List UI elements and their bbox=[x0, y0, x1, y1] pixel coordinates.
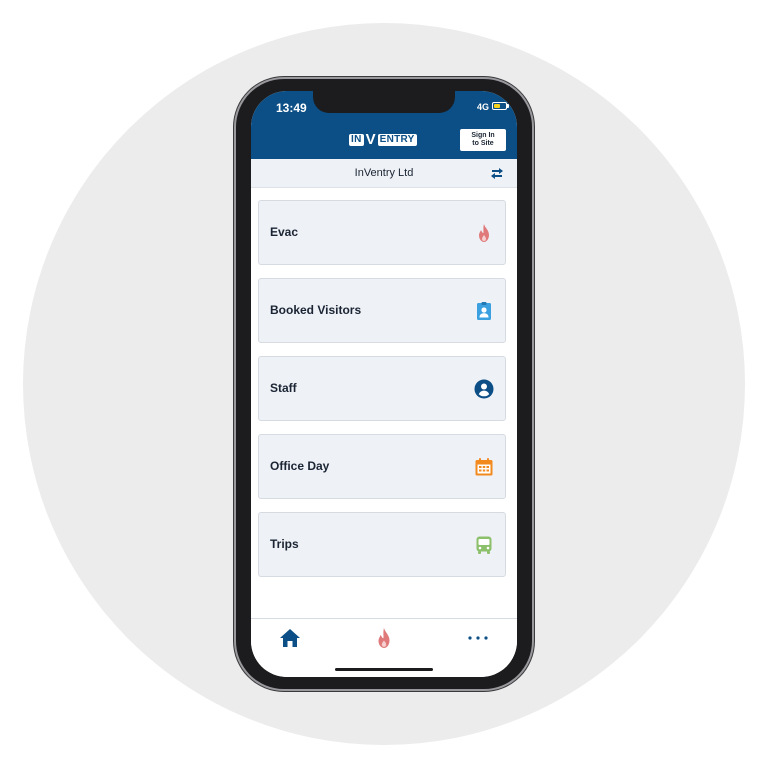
notch bbox=[313, 91, 455, 113]
flame-icon[interactable] bbox=[373, 627, 395, 649]
menu-item-booked-visitors[interactable]: Booked Visitors bbox=[258, 278, 506, 343]
status-time: 13:49 bbox=[276, 101, 307, 115]
status-network: 4G bbox=[476, 102, 489, 112]
menu-item-label: Evac bbox=[270, 225, 299, 239]
menu-item-label: Trips bbox=[270, 537, 299, 551]
home-icon[interactable] bbox=[279, 627, 301, 649]
swap-arrows-icon[interactable] bbox=[489, 167, 505, 180]
more-icon[interactable] bbox=[467, 627, 489, 649]
menu-item-label: Staff bbox=[270, 381, 297, 395]
menu-item-office-day[interactable]: Office Day bbox=[258, 434, 506, 499]
stage: 13:49 4G IN V ENTRY Sign In to Site InVe… bbox=[0, 0, 768, 768]
battery-icon bbox=[492, 102, 507, 110]
menu-item-trips[interactable]: Trips bbox=[258, 512, 506, 577]
menu-item-staff[interactable]: Staff bbox=[258, 356, 506, 421]
calendar-icon bbox=[475, 458, 493, 476]
phone-frame: 13:49 4G IN V ENTRY Sign In to Site InVe… bbox=[236, 79, 532, 689]
menu-item-label: Office Day bbox=[270, 459, 330, 473]
sign-in-line2: to Site bbox=[472, 140, 494, 147]
battery-level bbox=[494, 104, 500, 108]
company-name: InVentry Ltd bbox=[354, 167, 414, 179]
home-indicator bbox=[335, 668, 433, 671]
phone-screen: 13:49 4G IN V ENTRY Sign In to Site InVe… bbox=[251, 91, 517, 677]
person-circle-icon bbox=[474, 379, 494, 399]
battery-tip bbox=[507, 104, 509, 108]
site-bar: InVentry Ltd bbox=[251, 159, 517, 188]
sign-in-line1: Sign In bbox=[471, 132, 495, 139]
logo-part-in: IN bbox=[349, 134, 364, 146]
menu-item-evac[interactable]: Evac bbox=[258, 200, 506, 265]
sign-in-to-site-button[interactable]: Sign In to Site bbox=[460, 129, 506, 151]
menu-item-label: Booked Visitors bbox=[270, 303, 362, 317]
logo-part-v: V bbox=[365, 131, 376, 148]
bus-icon bbox=[476, 536, 492, 554]
logo-part-entry: ENTRY bbox=[377, 134, 417, 146]
flame-icon bbox=[479, 224, 489, 242]
visitor-badge-icon bbox=[477, 302, 491, 320]
inventry-logo: IN V ENTRY bbox=[349, 131, 417, 148]
